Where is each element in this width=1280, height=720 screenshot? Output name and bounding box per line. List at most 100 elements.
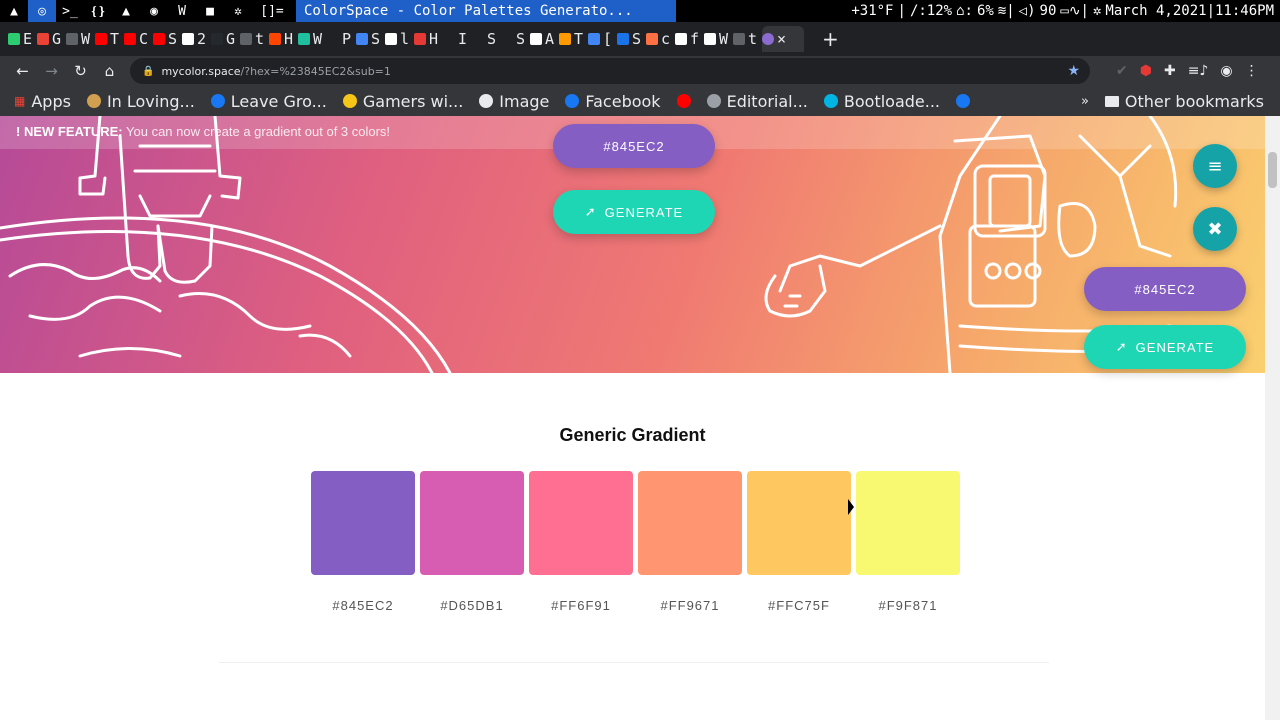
tab-favicon-icon [182,33,194,45]
browser-tab[interactable]: S [472,26,501,52]
browser-tab[interactable]: 2 [182,26,211,52]
bookmark-item[interactable]: Gamers wi... [342,92,463,111]
browser-tab[interactable]: S [617,26,646,52]
hex-code-label[interactable]: #F9F871 [856,598,960,613]
chrome-workspace-icon[interactable]: ◎ [28,0,56,22]
bookmark-label: Editorial... [726,91,808,111]
browser-tab[interactable]: H [269,26,298,52]
browser-tab[interactable]: W [298,26,327,52]
bookmark-item[interactable]: Facebook [565,92,661,111]
disk-readout: 6% [976,3,994,19]
code-workspace-icon[interactable]: ❴❵ [84,0,112,22]
browser-tab[interactable]: S [153,26,182,52]
browser-tab[interactable]: G [37,26,66,52]
layout-indicator[interactable]: []= [252,0,292,22]
bookmark-item[interactable]: Image [479,92,549,111]
page-scrollbar[interactable] [1265,116,1280,720]
browser-tab[interactable]: G [211,26,240,52]
color-swatch[interactable] [420,471,524,575]
hex-code-label[interactable]: #FF6F91 [529,598,633,613]
hex-code-label[interactable]: #845EC2 [311,598,415,613]
profile-avatar-icon[interactable]: ◉ [1220,63,1232,79]
hex-code-label[interactable]: #FFC75F [747,598,851,613]
tab-title: T [110,30,120,48]
volume-readout: 90 [1039,3,1057,19]
browser-tab[interactable]: W [66,26,95,52]
browser-tab[interactable]: S [356,26,385,52]
adblock-icon[interactable]: ⬢ [1140,63,1152,79]
arch-logo-icon[interactable]: ▲ [0,0,28,22]
tab-title: S [516,30,526,48]
volume-icon[interactable]: ◁) [1017,3,1038,19]
lock-icon[interactable]: 🔒 [142,66,154,77]
section-divider [219,662,1049,663]
folder-workspace-icon[interactable]: ■ [196,0,224,22]
browser-tab[interactable]: c [646,26,675,52]
bookmark-item[interactable]: Bootloade... [823,92,940,111]
other-bookmarks-folder[interactable]: Other bookmarks [1104,92,1264,111]
menu-kebab-icon[interactable]: ⋮ [1245,63,1259,79]
bookmark-item[interactable]: Leave Gro... [210,92,327,111]
browser-tab[interactable]: [ [588,26,617,52]
tab-title: S [168,30,178,48]
browser-tab[interactable]: T [95,26,124,52]
vlc-workspace-icon[interactable]: ▲ [112,0,140,22]
terminal-workspace-icon[interactable]: >_ [56,0,84,22]
menu-fab-button[interactable]: ≡ [1193,144,1237,188]
bookmark-star-icon[interactable]: ★ [1067,63,1080,79]
bookmark-item[interactable] [956,94,971,108]
extension-icon[interactable]: ✔ [1116,63,1128,79]
home-button[interactable]: ⌂ [95,62,124,80]
color-swatch[interactable] [638,471,742,575]
color-swatch[interactable] [529,471,633,575]
browser-tab[interactable]: f [675,26,704,52]
puzzle-extensions-icon[interactable]: ✚ [1164,63,1176,79]
browser-tab[interactable]: S [501,26,530,52]
bookmark-item[interactable] [676,94,691,108]
generate-button[interactable]: ➚ GENERATE [553,190,715,234]
rocket-icon: ➚ [1115,339,1128,354]
back-button[interactable]: ← [8,62,37,80]
scrollbar-thumb[interactable] [1268,152,1277,188]
browser-tab[interactable]: E [8,26,37,52]
folder-icon [1104,95,1119,107]
word-workspace-icon[interactable]: W [168,0,196,22]
sticky-generate-button[interactable]: ➚ GENERATE [1084,325,1246,369]
browser-tab[interactable]: C [124,26,153,52]
hex-code-label[interactable]: #D65DB1 [420,598,524,613]
gear-icon[interactable]: ✲ [1091,3,1103,19]
close-tab-icon[interactable]: × [777,30,786,48]
bookmark-item[interactable]: In Loving... [86,92,195,111]
browser-tab[interactable]: T [559,26,588,52]
color-swatch[interactable] [747,471,851,575]
close-fab-button[interactable]: ✖ [1193,207,1237,251]
tab-favicon-icon [704,33,716,45]
color-swatch[interactable] [856,471,960,575]
new-tab-button[interactable]: + [822,27,842,51]
browser-tab[interactable]: W [704,26,733,52]
sticky-hex-input[interactable]: #845EC2 [1084,267,1246,311]
settings-workspace-icon[interactable]: ✲ [224,0,252,22]
hex-input[interactable]: #845EC2 [553,124,715,168]
forward-button[interactable]: → [37,62,66,80]
browser-tab[interactable]: t [733,26,762,52]
reload-button[interactable]: ↻ [66,62,95,80]
browser-tab[interactable]: I [443,26,472,52]
bookmarks-overflow-button[interactable]: » [1081,94,1089,109]
browser-tab[interactable]: A [530,26,559,52]
browser-toolbar: ← → ↻ ⌂ 🔒 mycolor.space /?hex=%23845EC2&… [0,56,1280,86]
address-bar[interactable]: 🔒 mycolor.space /?hex=%23845EC2&sub=1 ★ [130,58,1090,84]
browser-tab[interactable]: l [385,26,414,52]
tab-active[interactable]: × [762,26,804,52]
url-host: mycolor.space [161,64,241,78]
browser-tab[interactable]: t [240,26,269,52]
media-control-icon[interactable]: ≡♪ [1188,63,1209,79]
hex-code-label[interactable]: #FF9671 [638,598,742,613]
browser-tab[interactable]: H [414,26,443,52]
bookmark-apps[interactable]: ▦ Apps [14,92,71,111]
tab-favicon-icon [443,33,455,45]
bookmark-item[interactable]: Editorial... [706,91,808,111]
browser-tab[interactable]: P [327,26,356,52]
gamepad-workspace-icon[interactable]: ◉ [140,0,168,22]
color-swatch[interactable] [311,471,415,575]
